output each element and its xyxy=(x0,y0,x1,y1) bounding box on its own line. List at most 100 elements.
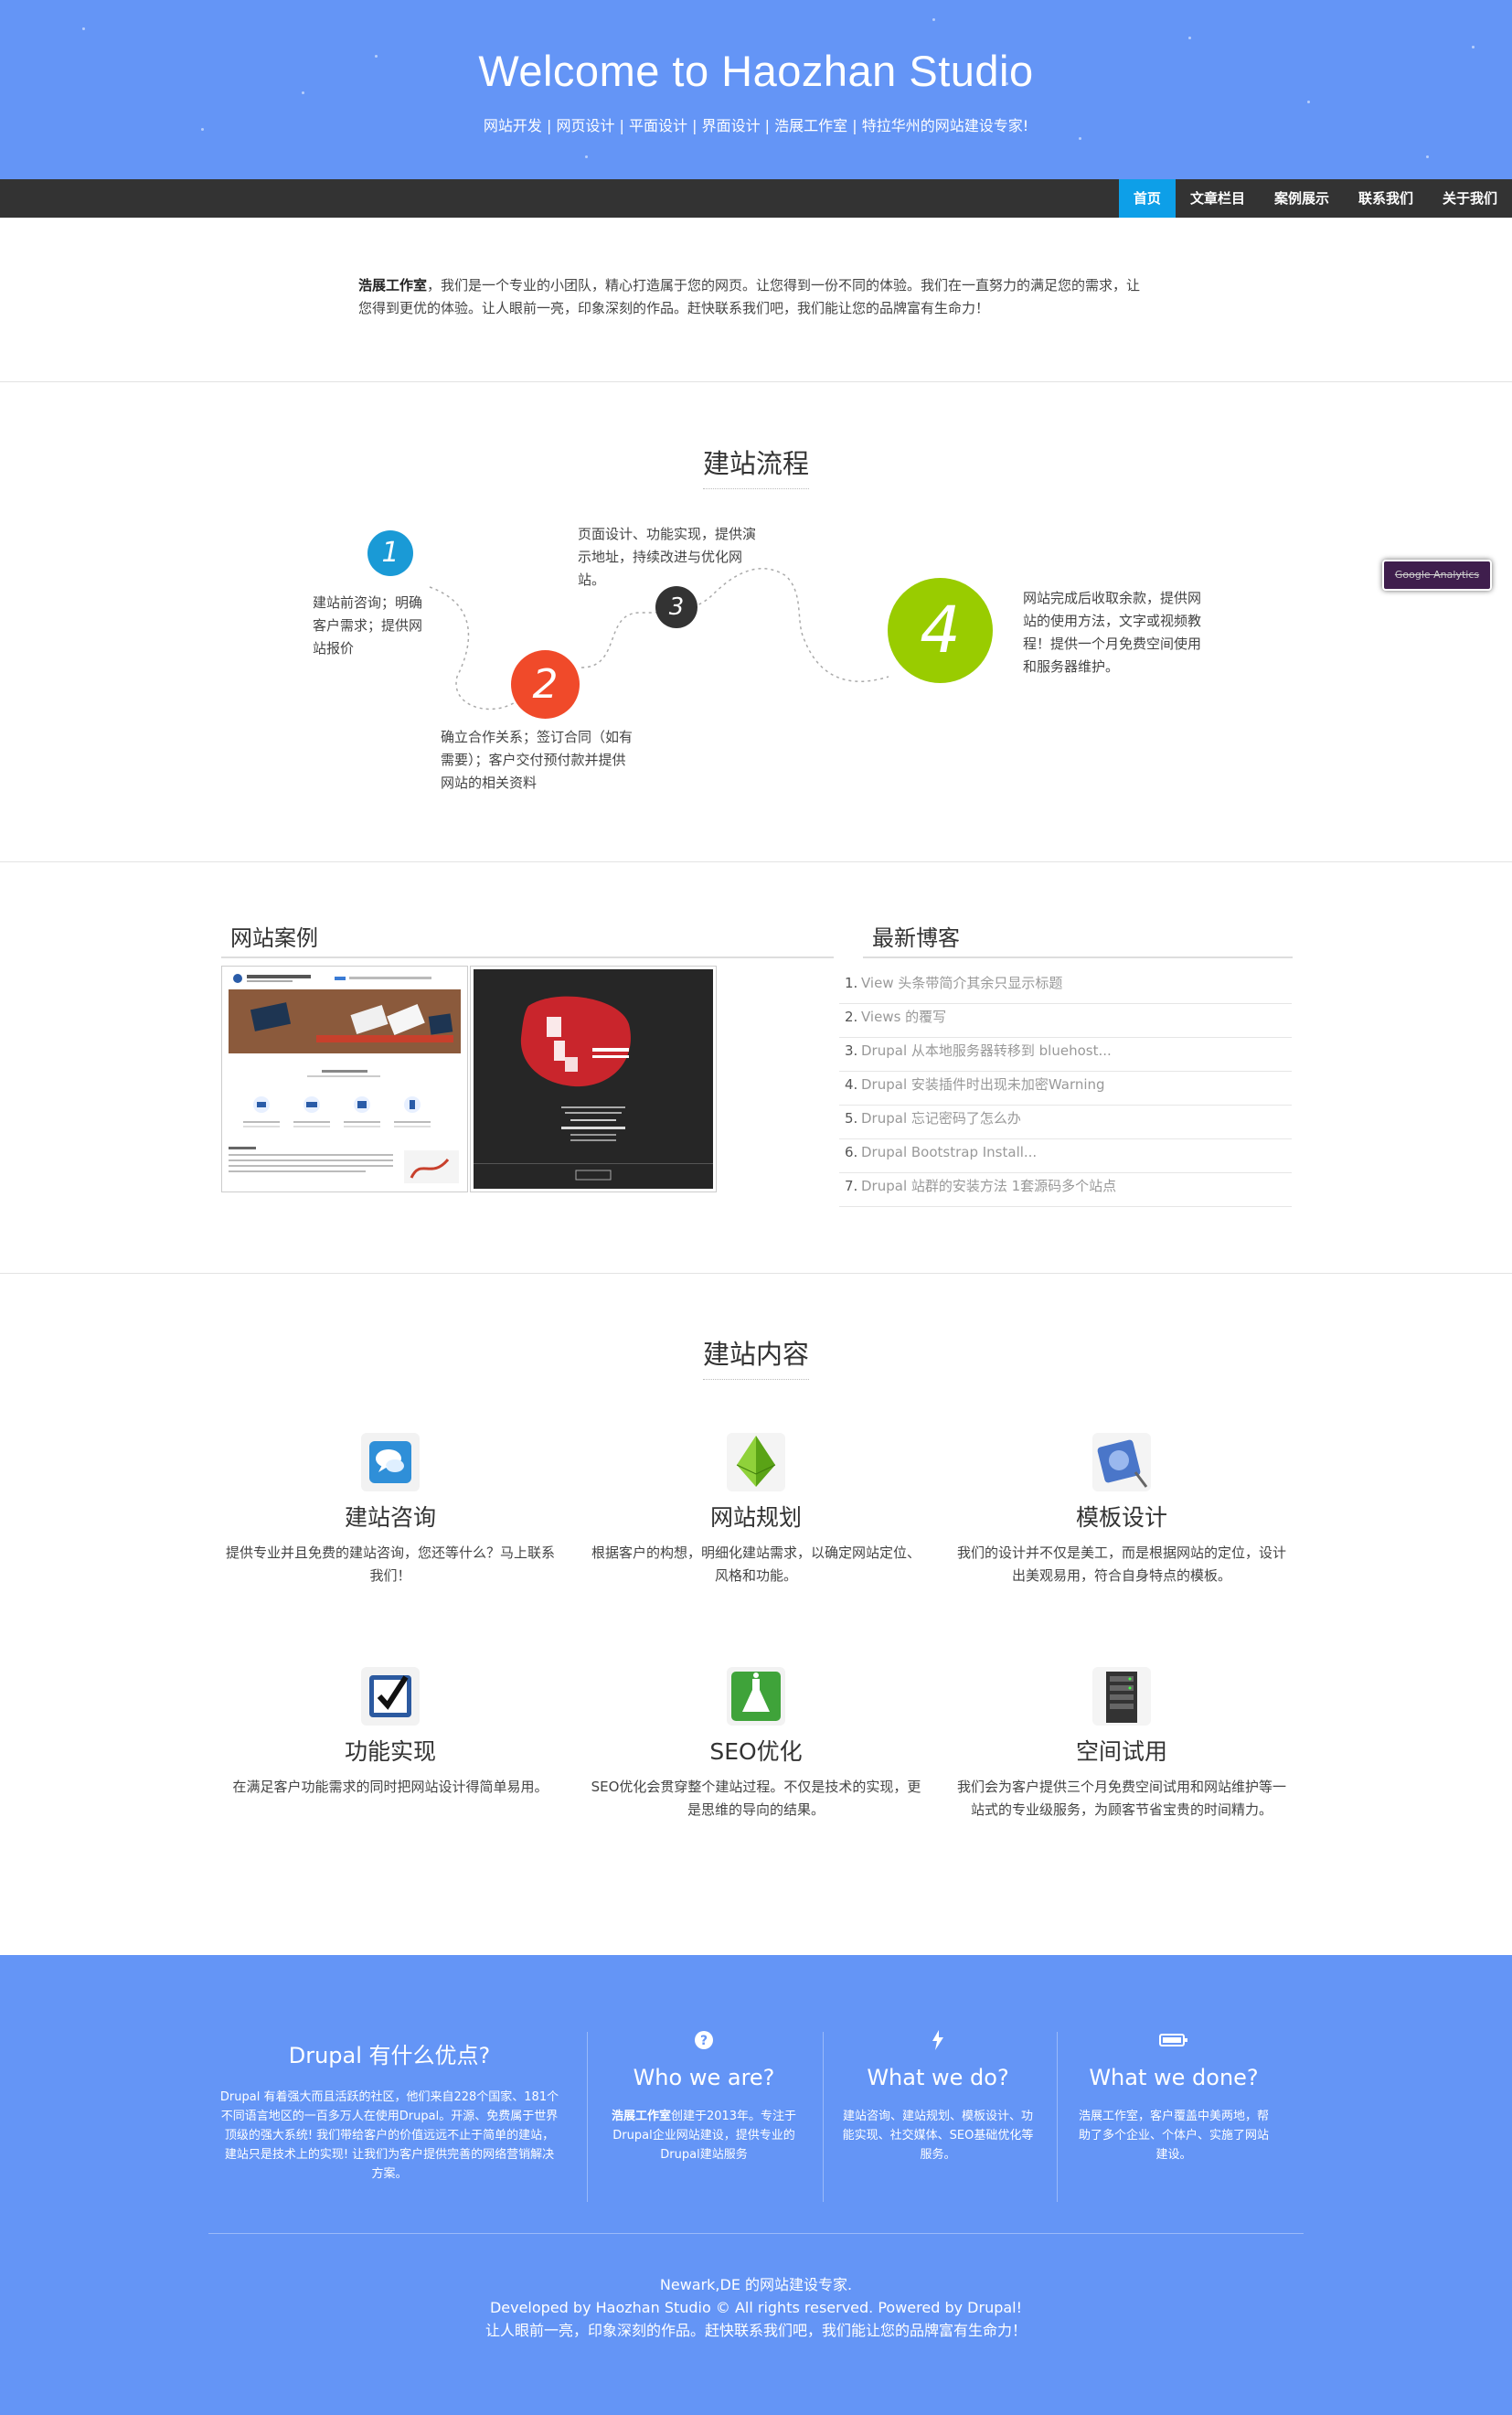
footer-drupal-advantages: Drupal 有什么优点? Drupal 有着强大而且活跃的社区，他们来自228… xyxy=(219,2030,559,2184)
service-planning: 网站规划 根据客户的构想，明细化建站需求，以确定网站定位、风格和功能。 xyxy=(587,1430,925,1587)
footer-column-title: What we do? xyxy=(867,2065,1009,2090)
intro-paragraph: 浩展工作室，我们是一个专业的小团队，精心打造属于您的网页。让您得到一份不同的体验… xyxy=(358,274,1154,320)
footer-slogan-line: 让人眼前一亮，印象深刻的作品。赶快联系我们吧，我们能让您的品牌富有生命力！ xyxy=(484,2322,1027,2339)
decorative-star xyxy=(1079,137,1081,140)
blog-section-title: 最新博客 xyxy=(872,925,960,951)
step-1-text: 建站前咨询；明确客户需求；提供网站报价 xyxy=(313,594,423,657)
step-3-badge: 3 xyxy=(655,586,697,628)
question-circle-icon: ? xyxy=(603,2030,804,2054)
footer-credits: Newark,DE 的网站建设专家. Developed by Haozhan … xyxy=(0,2273,1512,2342)
blog-list-item: 4. Drupal 安装插件时出现未加密Warning xyxy=(839,1072,1292,1106)
footer-what-we-done: What we done? 浩展工作室，客户覆盖中美两地，帮助了多个企业、个体户… xyxy=(1073,2030,1274,2164)
svg-text:?: ? xyxy=(700,2034,708,2048)
service-description: SEO优化会贯穿整个建站过程。不仅是技术的实现，更是思维的导向的结果。 xyxy=(591,1779,921,1818)
footer-divider xyxy=(1057,2032,1058,2202)
server-icon xyxy=(1090,1664,1154,1728)
case-preview-restaurant-site xyxy=(474,969,713,1189)
blog-list-item: 5. Drupal 忘记密码了怎么办 xyxy=(839,1106,1292,1139)
service-title: 空间试用 xyxy=(1075,1738,1167,1765)
footer-column-text: 浩展工作室，客户覆盖中美两地，帮助了多个企业、个体户、实施了网站建设。 xyxy=(1078,2110,1269,2162)
footer-copyright-line: Developed by Haozhan Studio © All rights… xyxy=(489,2299,1023,2316)
service-title: 模板设计 xyxy=(1075,1504,1167,1531)
intro-text: ，我们是一个专业的小团队，精心打造属于您的网页。让您得到一份不同的体验。我们在一… xyxy=(358,277,1141,316)
nav-item-cases[interactable]: 案例展示 xyxy=(1260,179,1344,218)
cases-title-underline xyxy=(221,956,834,958)
chat-bubble-icon xyxy=(358,1430,422,1494)
case-preview-company-site xyxy=(225,969,464,1189)
intro-brand: 浩展工作室 xyxy=(358,277,428,294)
service-functionality: 功能实现 在满足客户功能需求的同时把网站设计得简单易用。 xyxy=(221,1664,559,1799)
process-section-title: 建站流程 xyxy=(0,443,1512,489)
blog-link[interactable]: Drupal 忘记密码了怎么办 xyxy=(861,1110,1021,1127)
battery-icon xyxy=(1073,2030,1274,2054)
section-divider xyxy=(0,1273,1512,1274)
blog-link[interactable]: Drupal Bootstrap Install... xyxy=(861,1144,1037,1160)
service-description: 我们会为客户提供三个月免费空间试用和网站维护等一站式的专业级服务，为顾客节省宝贵… xyxy=(956,1779,1286,1818)
blog-list-item: 7. Drupal 站群的安装方法 1套源码多个站点 xyxy=(839,1173,1292,1207)
footer-column-text: 浩展工作室创建于2013年。专注于Drupal企业网站建设，提供专业的Drupa… xyxy=(611,2110,797,2162)
step-1-badge: 1 xyxy=(367,530,413,576)
step-3-text: 页面设计、功能实现，提供演示地址，持续改进与优化网站。 xyxy=(578,526,757,588)
site-slogan: 网站开发 | 网页设计 | 平面设计 | 界面设计 | 浩展工作室 | 特拉华州… xyxy=(483,117,1029,134)
section-divider xyxy=(0,381,1512,382)
service-seo: SEO优化 SEO优化会贯穿整个建站过程。不仅是技术的实现，更是思维的导向的结果… xyxy=(587,1664,925,1822)
service-description: 提供专业并且免费的建站咨询，您还等什么？马上联系我们！ xyxy=(225,1544,555,1584)
footer-location-line: Newark,DE 的网站建设专家. xyxy=(659,2276,853,2293)
blog-link[interactable]: Views 的覆写 xyxy=(861,1009,946,1025)
design-icon xyxy=(1090,1430,1154,1494)
pyramid-icon xyxy=(724,1430,788,1494)
decorative-star xyxy=(1188,37,1191,39)
nav-item-contact[interactable]: 联系我们 xyxy=(1344,179,1428,218)
blog-link[interactable]: Drupal 站群的安装方法 1套源码多个站点 xyxy=(861,1178,1116,1194)
service-title: 建站咨询 xyxy=(344,1504,436,1531)
main-navbar: 首页 文章栏目 案例展示 联系我们 关于我们 xyxy=(0,179,1512,218)
footer-who-we-are: ? Who we are? 浩展工作室创建于2013年。专注于Drupal企业网… xyxy=(603,2030,804,2164)
blog-link[interactable]: Drupal 安装插件时出现未加密Warning xyxy=(861,1076,1105,1093)
service-consulting: 建站咨询 提供专业并且免费的建站咨询，您还等什么？马上联系我们！ xyxy=(221,1430,559,1587)
footer-divider xyxy=(587,2032,588,2202)
site-header: Welcome to Haozhan Studio 网站开发 | 网页设计 | … xyxy=(0,0,1512,179)
step-2-badge: 2 xyxy=(511,650,580,719)
service-title: SEO优化 xyxy=(709,1738,803,1765)
service-title: 网站规划 xyxy=(709,1504,802,1531)
decorative-star xyxy=(932,18,935,21)
service-hosting-trial: 空间试用 我们会为客户提供三个月免费空间试用和网站维护等一站式的专业级服务，为顾… xyxy=(953,1664,1291,1822)
blog-list: 1. View 头条带简介其余只显示标题 2. Views 的覆写 3. Drupal… xyxy=(839,970,1292,1207)
blog-link[interactable]: View 头条带简介其余只显示标题 xyxy=(861,975,1062,991)
footer-divider xyxy=(823,2032,824,2202)
step-4-text: 网站完成后收取余款，提供网站的使用方法，文字或视频教程！提供一个月免费空间使用和… xyxy=(1023,590,1202,675)
footer-column-title: What we done? xyxy=(1089,2065,1259,2090)
blog-list-item: 6. Drupal Bootstrap Install... xyxy=(839,1139,1292,1173)
service-description: 根据客户的构想，明细化建站需求，以确定网站定位、风格和功能。 xyxy=(591,1544,921,1584)
bolt-icon xyxy=(837,2030,1038,2054)
service-description: 在满足客户功能需求的同时把网站设计得简单易用。 xyxy=(232,1779,548,1795)
blog-link[interactable]: Drupal 从本地服务器转移到 bluehost... xyxy=(861,1042,1112,1059)
nav-item-home[interactable]: 首页 xyxy=(1118,179,1176,218)
footer-what-we-do: What we do? 建站咨询、建站规划、模板设计、功能实现、社交媒体、SEO… xyxy=(837,2030,1038,2164)
nav-item-about[interactable]: 关于我们 xyxy=(1428,179,1512,218)
footer-separator xyxy=(208,2233,1304,2234)
step-2-text: 确立合作关系；签订合同（如有需要）；客户交付预付款并提供网站的相关资料 xyxy=(441,729,634,791)
footer-column-text: 建站咨询、建站规划、模板设计、功能实现、社交媒体、SEO基础优化等服务。 xyxy=(842,2110,1034,2162)
decorative-star xyxy=(1426,155,1429,158)
step-4-badge: 4 xyxy=(888,578,993,683)
footer-column-title: Drupal 有什么优点? xyxy=(288,2043,491,2068)
case-thumbnail-restaurant-site[interactable] xyxy=(470,966,717,1192)
flask-icon xyxy=(724,1664,788,1728)
blog-title-underline xyxy=(863,956,1293,958)
nav-menu: 首页 文章栏目 案例展示 联系我们 关于我们 xyxy=(1118,179,1512,218)
footer-column-text: Drupal 有着强大而且活跃的社区，他们来自228个国家、181个不同语言地区… xyxy=(219,2090,559,2181)
google-analytics-button[interactable]: Google Analytics xyxy=(1382,560,1492,591)
service-description: 我们的设计并不仅是美工，而是根据网站的定位，设计出美观易用，符合自身特点的模板。 xyxy=(956,1544,1286,1584)
blog-list-item: 2. Views 的覆写 xyxy=(839,1004,1292,1038)
case-thumbnail-company-site[interactable] xyxy=(221,966,468,1192)
blog-list-item: 1. View 头条带简介其余只显示标题 xyxy=(839,970,1292,1004)
nav-item-articles[interactable]: 文章栏目 xyxy=(1176,179,1260,218)
decorative-star xyxy=(585,155,588,158)
blog-list-item: 3. Drupal 从本地服务器转移到 bluehost... xyxy=(839,1038,1292,1072)
checkbox-icon xyxy=(358,1664,422,1728)
site-title: Welcome to Haozhan Studio xyxy=(478,47,1034,95)
cases-section-title: 网站案例 xyxy=(230,925,318,951)
footer-column-title: Who we are? xyxy=(633,2065,775,2090)
decorative-star xyxy=(82,27,85,30)
